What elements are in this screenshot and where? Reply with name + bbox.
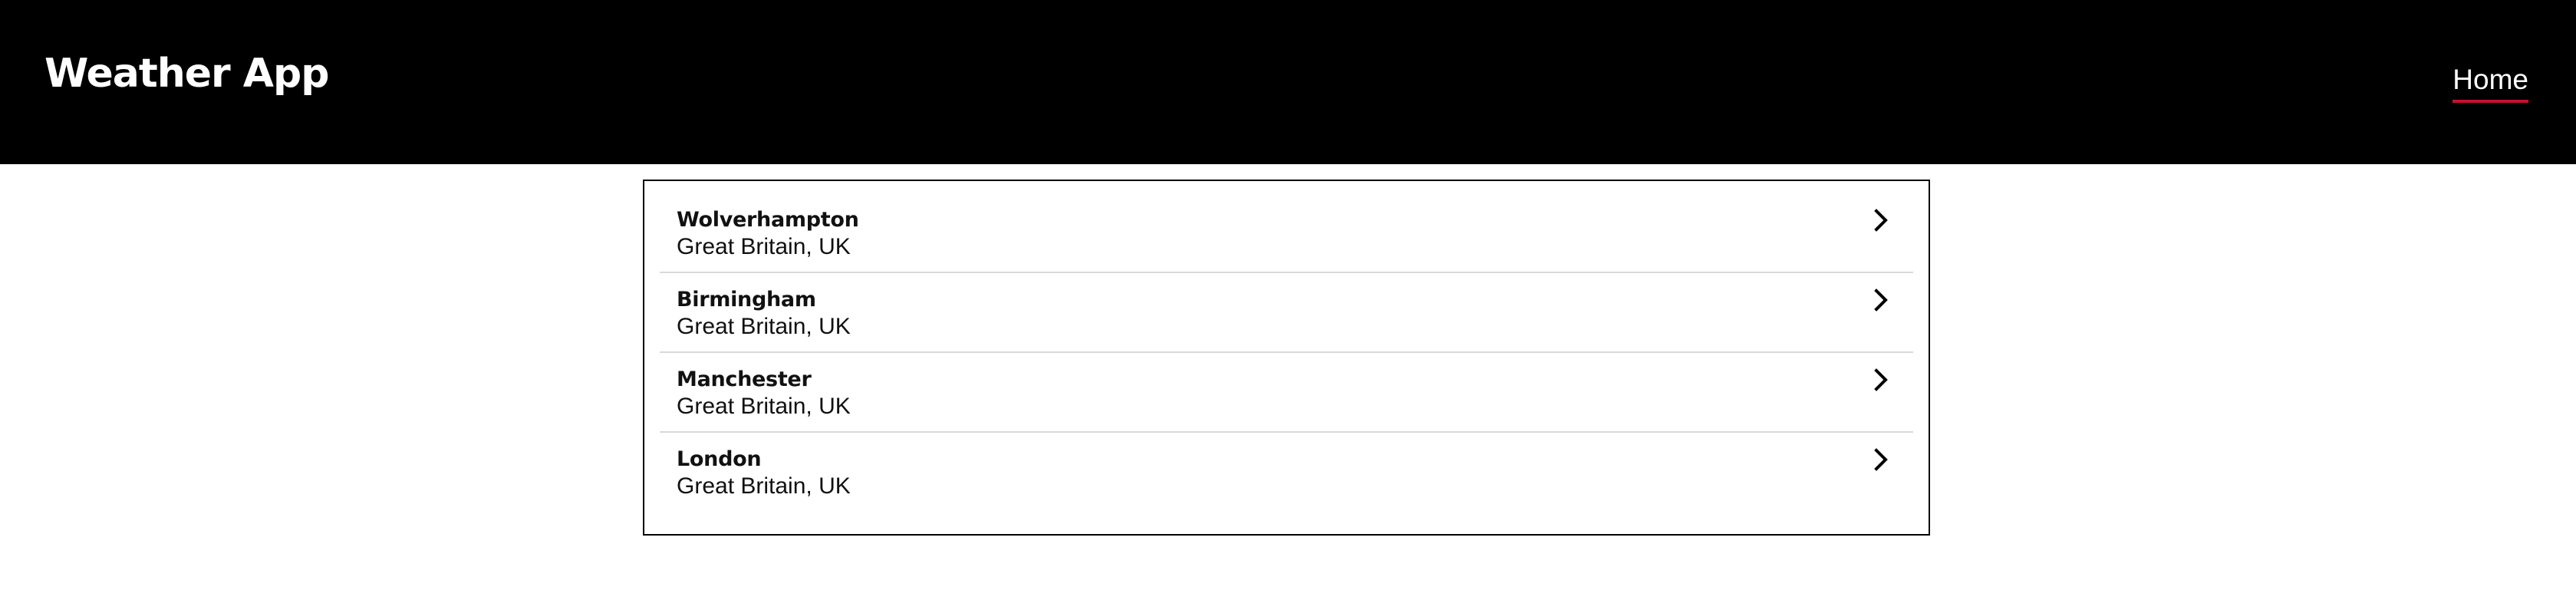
city-region: Great Britain, UK — [677, 473, 851, 499]
city-list-item[interactable]: Wolverhampton Great Britain, UK — [660, 193, 1913, 273]
chevron-right-icon — [1874, 368, 1888, 391]
city-list-card: Wolverhampton Great Britain, UK Birmingh… — [643, 180, 1930, 536]
chevron-right-icon — [1874, 288, 1888, 312]
city-list-item[interactable]: London Great Britain, UK — [660, 433, 1913, 513]
city-name: London — [677, 447, 762, 471]
city-list: Wolverhampton Great Britain, UK Birmingh… — [660, 193, 1913, 513]
city-region: Great Britain, UK — [677, 314, 851, 339]
city-region: Great Britain, UK — [677, 234, 851, 259]
city-name: Manchester — [677, 368, 812, 391]
city-list-item[interactable]: Manchester Great Britain, UK — [660, 353, 1913, 433]
city-list-item[interactable]: Birmingham Great Britain, UK — [660, 273, 1913, 353]
nav-home-link[interactable]: Home — [2452, 63, 2528, 103]
chevron-right-icon — [1874, 448, 1888, 471]
city-name: Birmingham — [677, 288, 816, 312]
chevron-right-icon — [1874, 209, 1888, 232]
city-region: Great Britain, UK — [677, 394, 851, 419]
app-title: Weather App — [44, 51, 329, 97]
city-name: Wolverhampton — [677, 208, 859, 232]
app-header: Weather App Home — [0, 0, 2576, 164]
